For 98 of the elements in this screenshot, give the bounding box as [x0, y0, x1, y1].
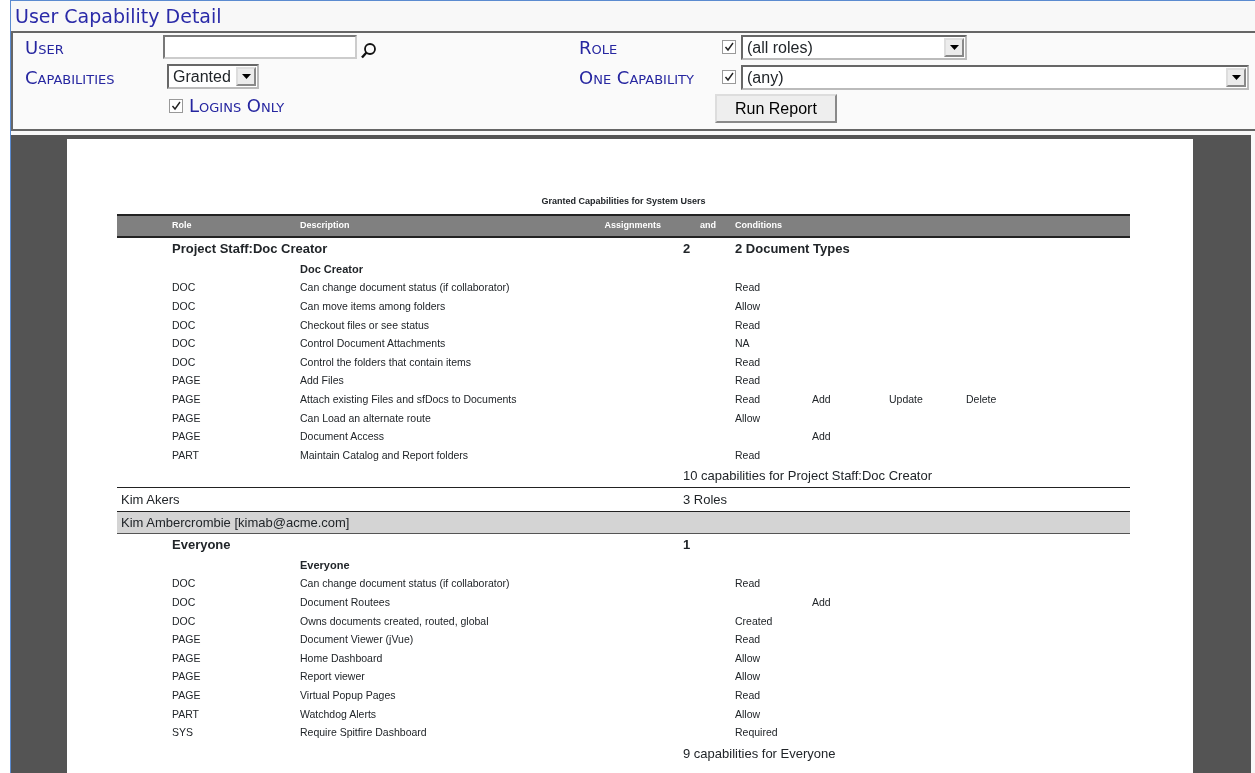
user-name: Kim Ambercrombie [kimab@acme.com] — [120, 513, 351, 532]
table-cell-text: Document Access — [300, 429, 386, 445]
dropdown-arrow-button[interactable] — [236, 67, 256, 86]
table-cell-text: Created — [735, 613, 774, 629]
table-cell-text: Require Spitfire Dashboard — [300, 725, 428, 741]
table-cell-text: PAGE — [172, 410, 202, 426]
table-cell-text: Allow — [735, 650, 762, 666]
run-report-button[interactable]: Run Report — [715, 94, 837, 123]
table-cell-text: DOC — [172, 576, 197, 592]
table-cell-text: PAGE — [172, 632, 202, 648]
field-label: One Capability — [579, 67, 694, 89]
table-cell-text: Required — [735, 725, 779, 741]
column-header: Role — [172, 219, 193, 233]
table-cell-text: PAGE — [172, 373, 202, 389]
table-cell-text: Read — [735, 317, 762, 333]
table-cell-text: PAGE — [172, 429, 202, 445]
caret-icon — [241, 74, 251, 79]
table-cell-text: PAGE — [172, 392, 202, 407]
role-dropdown[interactable]: (all roles) — [741, 35, 967, 60]
table-cell-text: PAGE — [172, 669, 202, 685]
table-cell-text: Add — [812, 429, 832, 445]
capability-dropdown[interactable]: (any) — [741, 65, 1249, 90]
table-cell-text: Update — [889, 392, 924, 407]
table-cell-text: Add Files — [300, 373, 345, 389]
table-cell-text: DOC — [172, 317, 197, 333]
user-name: Kim Akers — [120, 490, 181, 509]
assignment-count: 1 — [683, 536, 692, 555]
table-cell-text: Read — [735, 354, 762, 370]
table-cell-text: Home Dashboard — [300, 650, 384, 666]
checkbox[interactable] — [169, 99, 183, 113]
table-cell-text: DOC — [172, 613, 197, 629]
table-cell-text: Allow — [735, 410, 762, 426]
dropdown-arrow-button[interactable] — [944, 38, 964, 57]
table-cell-text: Control Document Attachments — [300, 336, 447, 352]
table-cell-text: Control the folders that contain items — [300, 354, 472, 370]
table-cell-text: Can Load an alternate route — [300, 410, 432, 426]
table-cell-text: Report viewer — [300, 669, 366, 685]
table-cell-text: Checkout files or see status — [300, 317, 430, 333]
caret-icon — [1231, 75, 1241, 80]
table-cell-text: Watchdog Alerts — [300, 706, 378, 722]
table-cell-text: PAGE — [172, 650, 202, 666]
table-cell-text: Can change document status (if collaborator) — [300, 576, 511, 592]
user-field[interactable] — [163, 35, 357, 59]
table-cell-text: Add — [812, 392, 832, 407]
table-cell-text: PART — [172, 447, 201, 463]
checkbox[interactable] — [722, 40, 736, 54]
table-cell-text: Attach existing Files and sfDocs to Documents — [300, 392, 518, 407]
table-cell-text: Read — [735, 392, 762, 407]
column-header: Conditions — [735, 219, 783, 233]
table-cell-text: Allow — [735, 669, 762, 685]
capability-count-summary: 10 capabilities for Project Staff:Doc Creator — [683, 467, 934, 486]
capability-group-heading: Doc Creator — [300, 262, 364, 278]
table-cell-text: Read — [735, 373, 762, 389]
column-header: Description — [300, 219, 351, 233]
table-cell-text: Read — [735, 632, 762, 648]
capability-group-heading: Everyone — [300, 558, 351, 574]
field-label: Role — [579, 37, 618, 59]
role-name: Project Staff:Doc Creator — [172, 240, 329, 259]
table-cell-text: Document Routees — [300, 594, 391, 610]
table-cell-text: Document Viewer (jVue) — [300, 632, 415, 648]
report-title: Granted Capabilities for System Users — [540, 195, 707, 208]
table-cell-text: PART — [172, 706, 201, 722]
table-cell-text: Can change document status (if collaborator) — [300, 280, 511, 296]
condition-summary: 2 Document Types — [735, 240, 851, 259]
table-cell-text: Allow — [735, 706, 762, 722]
table-cell-text: DOC — [172, 336, 197, 352]
checkbox[interactable] — [722, 70, 736, 84]
table-cell-text: Allow — [735, 299, 762, 314]
table-cell-text: Read — [735, 576, 762, 592]
checkbox-label: Logins Only — [189, 95, 285, 117]
field-label: Capabilities — [25, 67, 115, 89]
table-cell-text: Can move items among folders — [300, 299, 447, 314]
window-title: User Capability Detail — [14, 4, 223, 29]
table-cell-text: DOC — [172, 594, 197, 610]
table-cell-text: Owns documents created, routed, global — [300, 613, 490, 629]
table-cell-text: DOC — [172, 280, 197, 296]
role-name: Everyone — [172, 536, 232, 555]
table-cell-text: Add — [812, 594, 832, 610]
table-cell-text: DOC — [172, 354, 197, 370]
table-cell-text: Read — [735, 447, 762, 463]
table-cell-text: DOC — [172, 299, 197, 314]
table-cell-text: Delete — [966, 392, 998, 407]
role-count: 3 Roles — [683, 490, 729, 509]
column-header: Assignments — [603, 219, 661, 233]
table-cell-text: Maintain Catalog and Report folders — [300, 447, 470, 463]
column-header: and — [699, 219, 717, 233]
table-cell-text: Read — [735, 687, 762, 703]
table-cell-text: PAGE — [172, 687, 202, 703]
capability-count-summary: 9 capabilities for Everyone — [683, 744, 837, 763]
field-label: User — [25, 37, 64, 59]
dropdown-arrow-button[interactable] — [1226, 68, 1246, 87]
capabilities-dropdown[interactable]: Granted — [167, 64, 259, 89]
table-cell-text: Read — [735, 280, 762, 296]
assignment-count: 2 — [683, 240, 692, 259]
table-cell-text: SYS — [172, 725, 194, 741]
table-cell-text: NA — [735, 336, 751, 352]
table-cell-text: Virtual Popup Pages — [300, 687, 397, 703]
caret-icon — [949, 45, 959, 50]
